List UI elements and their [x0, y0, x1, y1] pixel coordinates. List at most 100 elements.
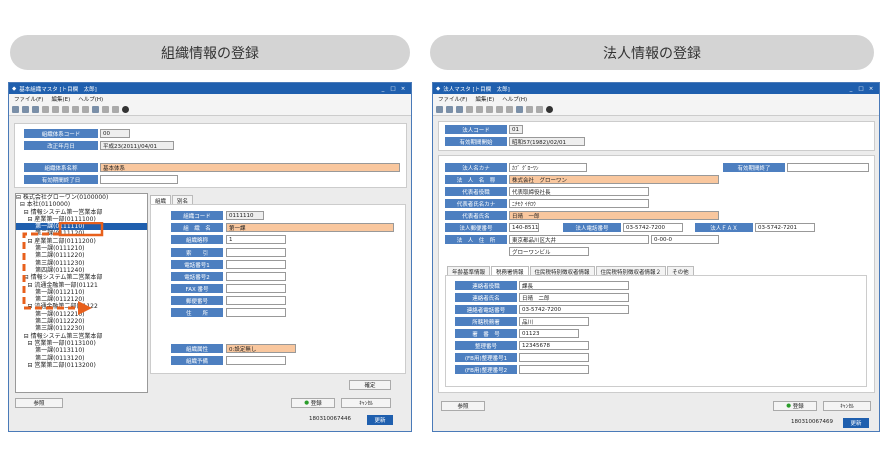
first-icon[interactable]	[476, 106, 483, 113]
tax-field-value[interactable]: 日晴 二郎	[519, 293, 629, 302]
paste-icon[interactable]	[112, 106, 119, 113]
prev-icon[interactable]	[62, 106, 69, 113]
corp-valid-end-field[interactable]	[787, 163, 869, 172]
revision-date-field[interactable]: 平成23(2011)/04/01	[100, 141, 174, 150]
corp-addr-field-2[interactable]: 0-00-0	[651, 235, 719, 244]
new-icon[interactable]	[466, 106, 473, 113]
org-field-value[interactable]	[226, 308, 286, 317]
minimize-icon[interactable]: _	[846, 86, 856, 92]
corp-addr-field-3[interactable]: グローワンビル	[509, 247, 589, 256]
reference-button[interactable]: 参照	[441, 401, 485, 411]
first-icon[interactable]	[52, 106, 59, 113]
copy-icon[interactable]	[526, 106, 533, 113]
valid-end-field[interactable]	[100, 175, 178, 184]
cancel-button[interactable]: ｷｬﾝｾﾙ	[823, 401, 871, 411]
menu-edit[interactable]: 編集(E)	[51, 95, 70, 103]
org-field-value[interactable]	[226, 248, 286, 257]
tree-node[interactable]: ⊟ 本社(0110000)	[16, 201, 147, 208]
org-field-value[interactable]	[226, 272, 286, 281]
corp-rep_title-field[interactable]: 代表取締役社長	[509, 187, 649, 196]
help-icon[interactable]	[436, 106, 443, 113]
org-field-value[interactable]: 0111110	[226, 211, 264, 220]
cancel-button[interactable]: ｷｬﾝｾﾙ	[341, 398, 391, 408]
tree-node[interactable]: 第三課(0112230)	[16, 325, 147, 332]
confirm-button[interactable]: 確定	[349, 380, 391, 390]
register-button[interactable]: ● 登録	[773, 401, 817, 411]
revision-date-label: 改正年月日	[24, 141, 98, 150]
menu-file[interactable]: ファイル(F)	[14, 95, 43, 103]
tax-field-value[interactable]	[519, 353, 589, 362]
tree-node[interactable]: 第二課(0113120)	[16, 355, 147, 362]
menu-help[interactable]: ヘルプ(H)	[502, 95, 527, 103]
update-button[interactable]: 更新	[843, 418, 869, 428]
corp-code-field[interactable]: 01	[509, 125, 523, 134]
org-system-name-label: 組織体系名称	[24, 163, 98, 172]
tax-field-value[interactable]: 課長	[519, 281, 629, 290]
minimize-icon[interactable]: _	[378, 86, 388, 92]
corp-rep_name-field[interactable]: 日晴 一郎	[509, 211, 719, 220]
menu-file[interactable]: ファイル(F)	[438, 95, 467, 103]
org-field-value[interactable]	[226, 356, 286, 365]
new-icon[interactable]	[42, 106, 49, 113]
org-field-label: FAX 番号	[171, 284, 223, 293]
org-field-label: 組 織 名	[171, 223, 223, 232]
corp-fax-field[interactable]: 03-5742-7201	[755, 223, 815, 232]
copy-icon[interactable]	[102, 106, 109, 113]
exit-icon[interactable]	[546, 106, 553, 113]
prev-icon[interactable]	[486, 106, 493, 113]
tax-field-value[interactable]: 品川	[519, 317, 589, 326]
corp-zip-field[interactable]: 140-8511	[509, 223, 539, 232]
corp-name-field[interactable]: 株式会社 グローワン	[509, 175, 719, 184]
register-button[interactable]: ● 登録	[291, 398, 335, 408]
update-button[interactable]: 更新	[367, 415, 393, 425]
maximize-icon[interactable]: □	[388, 86, 398, 92]
org-field-label: 郵便番号	[171, 296, 223, 305]
corp-name_kana-field[interactable]: ｶﾌﾞ ｸﾞﾛｰﾜﾝ	[509, 163, 587, 172]
save-icon[interactable]	[32, 106, 39, 113]
org-system-name-field[interactable]: 基本体系	[100, 163, 400, 172]
next-icon[interactable]	[72, 106, 79, 113]
corp-tel-field[interactable]: 03-5742-7200	[623, 223, 683, 232]
help-icon[interactable]	[12, 106, 19, 113]
org-system-code-field[interactable]: 00	[100, 129, 130, 138]
close-icon[interactable]: ×	[398, 86, 408, 92]
corp-addr-field[interactable]: 東京都品川区大井	[509, 235, 649, 244]
tree-node[interactable]: ⊟ 営業第二部(0113200)	[16, 362, 147, 369]
last-icon[interactable]	[82, 106, 89, 113]
org-field-value[interactable]: 0:設定無し	[226, 344, 296, 353]
org-field-label: 住 所	[171, 308, 223, 317]
tax-field-label: 整理番号	[455, 341, 517, 350]
tax-field-value[interactable]	[519, 365, 589, 374]
corp-rep_kana-field[interactable]: ﾆﾁﾓｸ ｲﾁﾛｳ	[509, 199, 649, 208]
menu-edit[interactable]: 編集(E)	[475, 95, 494, 103]
tree-node[interactable]: ⊟ 情報システム第一営業本部	[16, 209, 147, 216]
tax-field-value[interactable]: 03-5742-7200	[519, 305, 629, 314]
tax-field-value[interactable]: 01123	[519, 329, 579, 338]
print-icon[interactable]	[516, 106, 523, 113]
next-icon[interactable]	[496, 106, 503, 113]
search-icon[interactable]	[22, 106, 29, 113]
tree-node[interactable]: 第一課(0113110)	[16, 347, 147, 354]
last-icon[interactable]	[506, 106, 513, 113]
org-field-label: 組織コード	[171, 211, 223, 220]
org-field-value[interactable]: 第一課	[226, 223, 394, 232]
menu-help[interactable]: ヘルプ(H)	[78, 95, 103, 103]
exit-icon[interactable]	[122, 106, 129, 113]
tree-node[interactable]: ⊟ 情報システム第三営業本部	[16, 333, 147, 340]
print-icon[interactable]	[92, 106, 99, 113]
save-icon[interactable]	[456, 106, 463, 113]
org-field-value[interactable]: 1	[226, 235, 286, 244]
org-field-value[interactable]	[226, 296, 286, 305]
search-icon[interactable]	[446, 106, 453, 113]
valid-start-field[interactable]: 昭和57(1982)/02/01	[509, 137, 585, 146]
org-field-value[interactable]	[226, 260, 286, 269]
close-icon[interactable]: ×	[866, 86, 876, 92]
org-field-label: 索 引	[171, 248, 223, 257]
org-field-value[interactable]	[226, 284, 286, 293]
paste-icon[interactable]	[536, 106, 543, 113]
reference-button[interactable]: 参照	[15, 398, 63, 408]
app-icon: ◆	[436, 85, 441, 92]
tax-field-value[interactable]: 12345678	[519, 341, 589, 350]
window-corporation: ◆ 法人マスタ [ト目欄 太郎] _ □ × ファイル(F) 編集(E) ヘルプ…	[432, 82, 880, 432]
maximize-icon[interactable]: □	[856, 86, 866, 92]
